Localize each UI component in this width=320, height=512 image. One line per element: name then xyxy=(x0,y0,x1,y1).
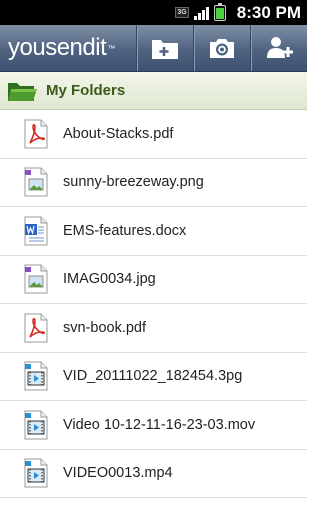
file-row[interactable]: IMAG0034.jpg xyxy=(0,255,307,304)
pdf-file-icon xyxy=(24,119,48,149)
app-header: yousendit ™ xyxy=(0,25,307,72)
file-name: VIDEO0013.mp4 xyxy=(63,465,173,482)
file-row[interactable]: EMS-features.docx xyxy=(0,207,307,256)
video-file-icon xyxy=(24,361,48,391)
pdf-file-icon xyxy=(24,313,48,343)
folder-icon xyxy=(8,82,37,101)
file-row[interactable]: VIDEO0013.mp4 xyxy=(0,449,307,498)
file-name: sunny-breezeway.png xyxy=(63,174,204,191)
file-row[interactable]: Video 10-12-11-16-23-03.mov xyxy=(0,401,307,450)
battery-icon xyxy=(213,2,226,21)
status-bar: 3G 8:30 PM xyxy=(0,0,307,25)
file-row[interactable]: About-Stacks.pdf xyxy=(0,110,307,159)
signal-icon xyxy=(193,6,209,20)
doc-file-icon xyxy=(24,216,48,246)
add-user-icon xyxy=(267,37,293,58)
network-type-badge: 3G xyxy=(175,7,189,18)
folders-bar[interactable]: My Folders xyxy=(0,72,307,110)
file-name: svn-book.pdf xyxy=(63,319,147,336)
file-name: VID_20111022_182454.3pg xyxy=(63,368,243,385)
image-file-icon xyxy=(24,167,48,197)
trademark-mark: ™ xyxy=(107,43,115,53)
image-file-icon xyxy=(24,264,48,294)
logo-text: yousendit xyxy=(8,34,107,61)
file-name: Video 10-12-11-16-23-03.mov xyxy=(63,416,256,433)
app-logo: yousendit ™ xyxy=(0,25,136,71)
folders-title: My Folders xyxy=(46,82,126,99)
file-name: About-Stacks.pdf xyxy=(63,125,174,142)
new-folder-icon xyxy=(152,40,178,59)
clock: 8:30 PM xyxy=(236,2,301,22)
video-file-icon xyxy=(24,410,48,440)
file-name: EMS-features.docx xyxy=(63,222,187,239)
camera-icon xyxy=(210,39,234,58)
file-row[interactable]: sunny-breezeway.png xyxy=(0,158,307,207)
file-row[interactable]: svn-book.pdf xyxy=(0,304,307,353)
file-row[interactable]: VID_20111022_182454.3pg xyxy=(0,352,307,401)
camera-button[interactable] xyxy=(193,25,250,71)
file-list: About-Stacks.pdf sunny-breezeway.png EMS… xyxy=(0,110,307,498)
video-file-icon xyxy=(24,458,48,488)
new-folder-button[interactable] xyxy=(136,25,193,71)
file-name: IMAG0034.jpg xyxy=(63,271,156,288)
add-user-button[interactable] xyxy=(250,25,307,71)
